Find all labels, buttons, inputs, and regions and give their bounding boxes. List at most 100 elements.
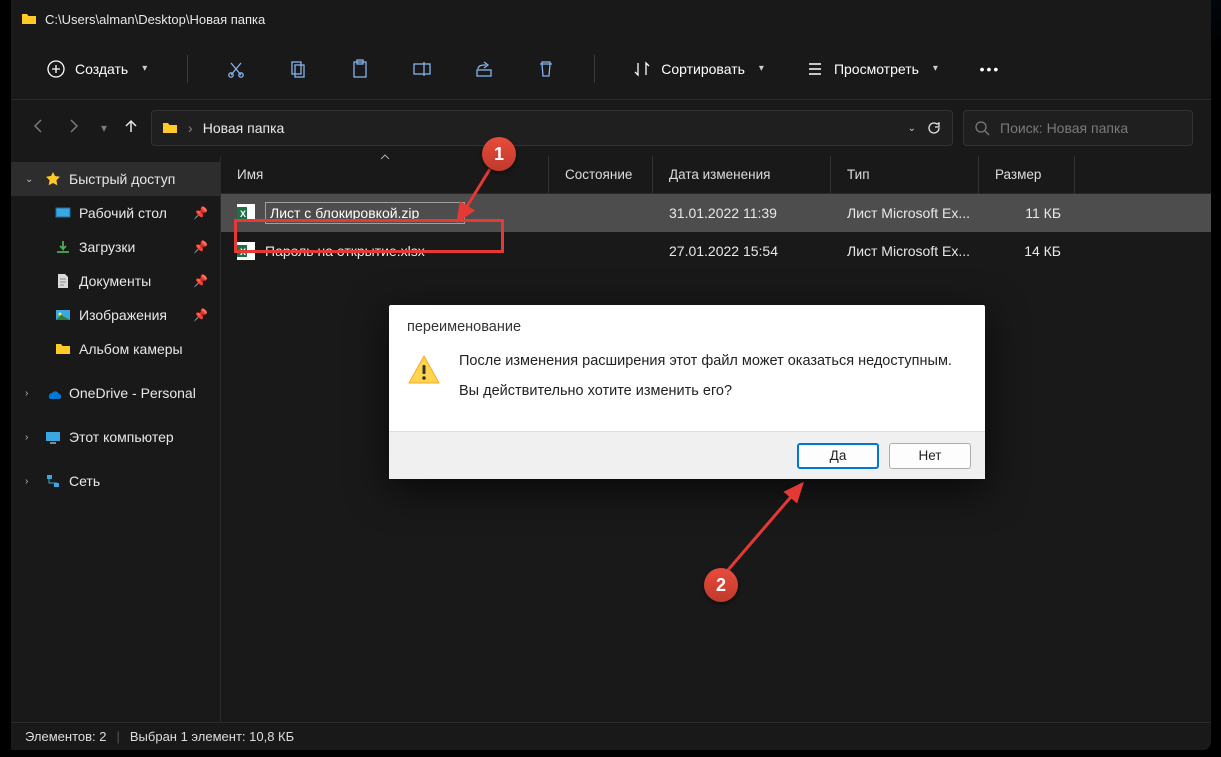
up-button[interactable] (121, 116, 141, 141)
clipboard-icon (350, 59, 370, 79)
sidebar-item-documents[interactable]: Документы 📌 (11, 264, 220, 298)
column-label: Дата изменения (669, 167, 770, 182)
pin-icon: 📌 (193, 308, 208, 322)
column-date[interactable]: Дата изменения (653, 156, 831, 193)
plus-circle-icon (47, 60, 65, 78)
view-icon (806, 60, 824, 78)
sidebar-item-label: Быстрый доступ (69, 171, 175, 187)
back-button[interactable] (29, 116, 49, 141)
sidebar-item-desktop[interactable]: Рабочий стол 📌 (11, 196, 220, 230)
sort-icon (633, 60, 651, 78)
search-icon (974, 120, 990, 136)
rename-input[interactable] (265, 202, 465, 224)
titlebar: C:\Users\alman\Desktop\Новая папка (11, 0, 1211, 38)
column-type[interactable]: Тип (831, 156, 979, 193)
new-button[interactable]: Создать ▾ (35, 54, 159, 84)
sidebar-item-label: Сеть (69, 473, 100, 489)
folder-icon (55, 341, 71, 357)
chevron-right-icon: › (25, 388, 37, 399)
rename-icon (412, 59, 432, 79)
column-label: Имя (237, 167, 263, 182)
column-label: Размер (995, 167, 1041, 182)
sidebar-item-pictures[interactable]: Изображения 📌 (11, 298, 220, 332)
file-type: Лист Microsoft Ex... (831, 205, 979, 221)
sidebar-item-label: Документы (79, 273, 151, 289)
dialog-message-1: После изменения расширения этот файл мож… (459, 353, 952, 369)
copy-button[interactable] (278, 49, 318, 89)
scissors-icon (226, 59, 246, 79)
file-size: 14 КБ (979, 243, 1075, 259)
folder-icon (21, 11, 37, 27)
dialog-yes-button[interactable]: Да (797, 443, 879, 469)
arrow-right-icon (63, 116, 83, 136)
sort-asc-icon (380, 153, 390, 161)
file-name: Пароль на открытие.xlsx (265, 243, 425, 259)
file-row[interactable]: X Пароль на открытие.xlsx 27.01.2022 15:… (221, 232, 1211, 270)
dialog-no-button[interactable]: Нет (889, 443, 971, 469)
sidebar-item-downloads[interactable]: Загрузки 📌 (11, 230, 220, 264)
breadcrumb-separator: › (188, 120, 193, 136)
address-bar[interactable]: › Новая папка ⌄ (151, 110, 953, 146)
search-placeholder: Поиск: Новая папка (1000, 120, 1128, 136)
more-button[interactable]: ••• (970, 49, 1010, 89)
navigation-row: ▾ › Новая папка ⌄ Поиск: Новая папка (11, 100, 1211, 156)
chevron-down-icon: ⌄ (25, 174, 37, 185)
chevron-right-icon: › (25, 476, 37, 487)
column-size[interactable]: Размер (979, 156, 1075, 193)
annotation-marker-2: 2 (704, 568, 738, 602)
file-date: 31.01.2022 11:39 (653, 205, 831, 221)
forward-button[interactable] (63, 116, 83, 141)
annotation-marker-1: 1 (482, 137, 516, 171)
history-button[interactable]: ▾ (101, 121, 107, 135)
chevron-down-icon: ▾ (933, 63, 938, 74)
document-icon (55, 273, 71, 289)
column-headers: Имя Состояние Дата изменения Тип Размер (221, 156, 1211, 194)
sort-label: Сортировать (661, 61, 745, 77)
column-state[interactable]: Состояние (549, 156, 653, 193)
share-icon (474, 59, 494, 79)
download-icon (55, 239, 71, 255)
file-size: 11 КБ (979, 205, 1075, 221)
ellipsis-icon: ••• (980, 61, 1001, 77)
file-row[interactable]: X 31.01.2022 11:39 Лист Microsoft Ex... … (221, 194, 1211, 232)
status-bar: Элементов: 2 | Выбран 1 элемент: 10,8 КБ (11, 722, 1211, 750)
warning-icon (407, 353, 441, 387)
cut-button[interactable] (216, 49, 256, 89)
status-count: Элементов: 2 (25, 729, 106, 744)
network-icon (45, 473, 61, 489)
window-path: C:\Users\alman\Desktop\Новая папка (45, 12, 265, 27)
pin-icon: 📌 (193, 206, 208, 220)
sidebar-network[interactable]: › Сеть (11, 464, 220, 498)
refresh-button[interactable] (926, 120, 942, 136)
sidebar-item-camera-roll[interactable]: Альбом камеры (11, 332, 220, 366)
share-button[interactable] (464, 49, 504, 89)
cloud-icon (45, 385, 61, 401)
view-button[interactable]: Просмотреть ▾ (796, 54, 948, 84)
column-label: Состояние (565, 167, 632, 182)
separator: | (116, 729, 119, 744)
sidebar-item-label: OneDrive - Personal (69, 385, 196, 401)
paste-button[interactable] (340, 49, 380, 89)
sidebar-this-pc[interactable]: › Этот компьютер (11, 420, 220, 454)
rename-button[interactable] (402, 49, 442, 89)
file-type: Лист Microsoft Ex... (831, 243, 979, 259)
sort-button[interactable]: Сортировать ▾ (623, 54, 774, 84)
trash-icon (536, 59, 556, 79)
pin-icon: 📌 (193, 240, 208, 254)
chevron-down-icon[interactable]: ⌄ (908, 123, 916, 134)
pictures-icon (55, 307, 71, 323)
sidebar-item-label: Загрузки (79, 239, 135, 255)
breadcrumb-current[interactable]: Новая папка (203, 120, 285, 136)
explorer-window: C:\Users\alman\Desktop\Новая папка Созда… (11, 0, 1211, 750)
svg-text:X: X (240, 247, 246, 257)
arrow-left-icon (29, 116, 49, 136)
monitor-icon (45, 429, 61, 445)
sidebar-onedrive[interactable]: › OneDrive - Personal (11, 376, 220, 410)
chevron-down-icon: ▾ (759, 63, 764, 74)
svg-text:X: X (240, 209, 246, 219)
star-icon (45, 171, 61, 187)
view-label: Просмотреть (834, 61, 919, 77)
sidebar-quick-access[interactable]: ⌄ Быстрый доступ (11, 162, 220, 196)
delete-button[interactable] (526, 49, 566, 89)
search-box[interactable]: Поиск: Новая папка (963, 110, 1193, 146)
